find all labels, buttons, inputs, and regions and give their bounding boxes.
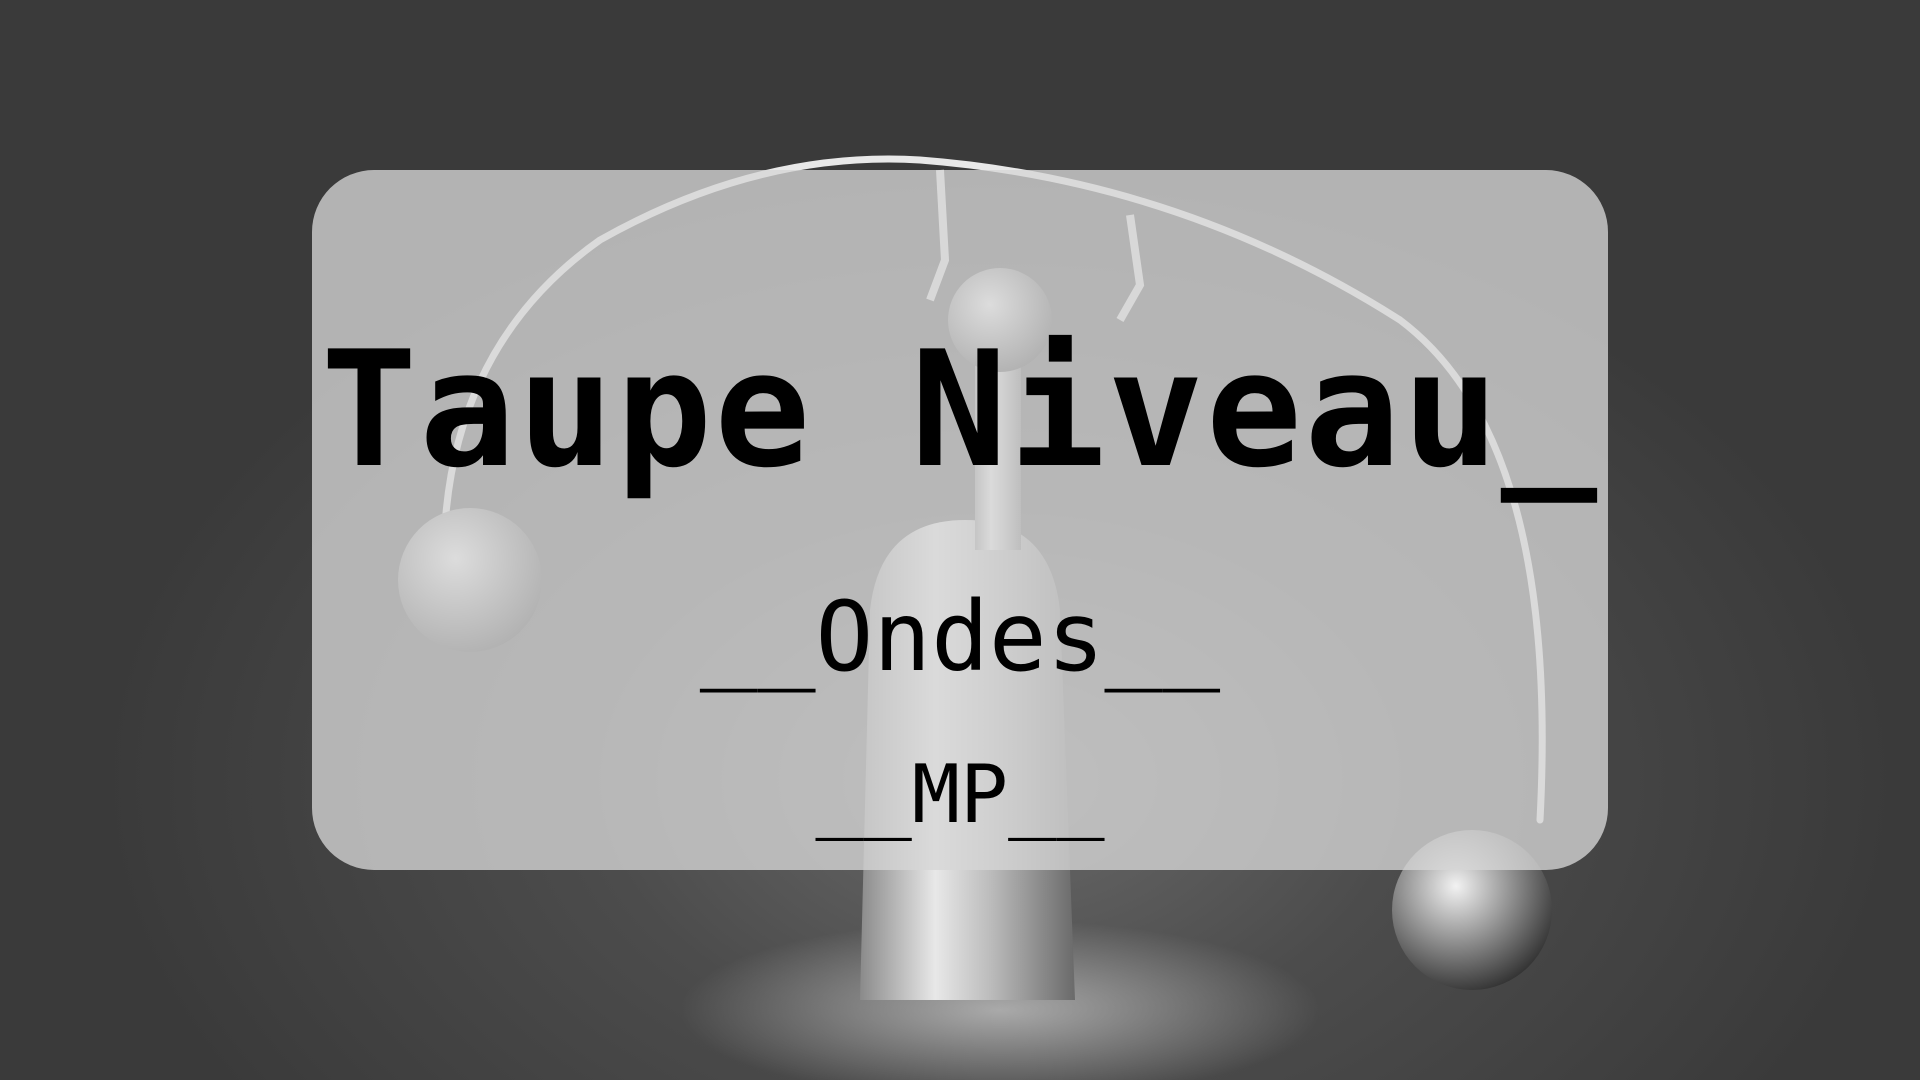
banner-level: __MP__ [815, 748, 1105, 841]
title-card-content: Taupe Niveau_ __Ondes__ __MP__ [312, 170, 1608, 870]
banner-subtitle: __Ondes__ [699, 581, 1221, 693]
banner-title: Taupe Niveau_ [320, 316, 1600, 503]
title-card: Taupe Niveau_ __Ondes__ __MP__ [312, 170, 1608, 870]
